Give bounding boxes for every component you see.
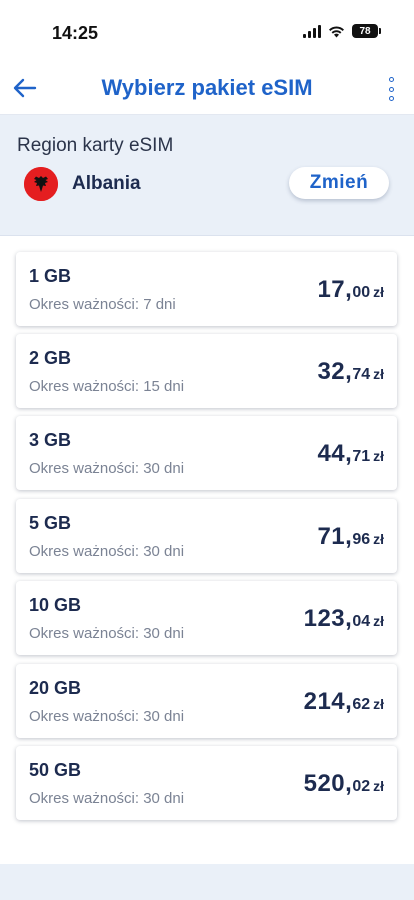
package-card[interactable]: 20 GB Okres ważności: 30 dni 214,62 zł bbox=[16, 664, 397, 738]
price-currency: zł bbox=[373, 613, 384, 629]
package-validity: Okres ważności: 30 dni bbox=[29, 460, 185, 477]
package-price: 71,96 zł bbox=[317, 523, 384, 551]
package-card[interactable]: 50 GB Okres ważności: 30 dni 520,02 zł bbox=[16, 746, 397, 820]
package-validity: Okres ważności: 30 dni bbox=[29, 708, 185, 725]
status-time: 14:25 bbox=[52, 23, 99, 43]
battery-icon: 78 bbox=[352, 24, 381, 38]
package-card[interactable]: 1 GB Okres ważności: 7 dni 17,00 zł bbox=[16, 252, 397, 326]
page-title: Wybierz pakiet eSIM bbox=[101, 75, 313, 100]
package-card[interactable]: 10 GB Okres ważności: 30 dni 123,04 zł bbox=[16, 581, 397, 655]
price-currency: zł bbox=[373, 284, 384, 300]
wifi-icon bbox=[329, 25, 344, 37]
price-cents: 96 bbox=[352, 531, 371, 548]
price-cents: 62 bbox=[352, 696, 371, 713]
package-price: 17,00 zł bbox=[317, 276, 384, 304]
package-price: 214,62 zł bbox=[304, 688, 384, 716]
country-name: Albania bbox=[72, 173, 141, 194]
package-price: 32,74 zł bbox=[317, 358, 384, 386]
package-data-amount: 1 GB bbox=[29, 266, 72, 286]
navigation-bar: Wybierz pakiet eSIM bbox=[0, 62, 414, 115]
price-main: 71, bbox=[317, 523, 353, 550]
package-validity: Okres ważności: 15 dni bbox=[29, 378, 185, 395]
price-currency: zł bbox=[373, 448, 384, 464]
package-list: 1 GB Okres ważności: 7 dni 17,00 zł 2 GB … bbox=[0, 236, 414, 864]
bottom-area bbox=[0, 864, 414, 900]
package-card[interactable]: 3 GB Okres ważności: 30 dni 44,71 zł bbox=[16, 416, 397, 490]
package-price: 123,04 zł bbox=[304, 605, 384, 633]
package-validity: Okres ważności: 30 dni bbox=[29, 543, 185, 560]
more-options-button[interactable] bbox=[386, 77, 396, 101]
price-currency: zł bbox=[373, 696, 384, 712]
price-cents: 04 bbox=[352, 613, 371, 630]
package-data-amount: 20 GB bbox=[29, 678, 82, 698]
package-data-amount: 10 GB bbox=[29, 595, 82, 615]
price-main: 520, bbox=[303, 770, 353, 797]
package-price: 44,71 zł bbox=[317, 440, 384, 468]
albania-flag-icon bbox=[24, 167, 58, 201]
status-bar: 14:25 78 bbox=[0, 0, 414, 62]
package-data-amount: 2 GB bbox=[29, 348, 72, 368]
package-validity: Okres ważności: 7 dni bbox=[29, 296, 176, 313]
status-icons: 78 bbox=[303, 24, 381, 38]
cellular-signal-icon bbox=[303, 24, 321, 38]
price-main: 17, bbox=[317, 276, 353, 303]
price-main: 214, bbox=[303, 688, 353, 715]
package-card[interactable]: 5 GB Okres ważności: 30 dni 71,96 zł bbox=[16, 499, 397, 573]
price-currency: zł bbox=[373, 531, 384, 547]
package-validity: Okres ważności: 30 dni bbox=[29, 790, 185, 807]
price-currency: zł bbox=[373, 778, 384, 794]
price-currency: zł bbox=[373, 366, 384, 382]
price-main: 123, bbox=[303, 605, 353, 632]
package-data-amount: 3 GB bbox=[29, 430, 72, 450]
package-data-amount: 5 GB bbox=[29, 513, 72, 533]
price-cents: 02 bbox=[352, 778, 371, 795]
region-section: Region karty eSIM Albania Zmień bbox=[0, 115, 414, 236]
price-cents: 71 bbox=[352, 448, 371, 465]
price-cents: 74 bbox=[352, 366, 371, 383]
package-card[interactable]: 2 GB Okres ważności: 15 dni 32,74 zł bbox=[16, 334, 397, 408]
price-main: 32, bbox=[317, 358, 353, 385]
price-cents: 00 bbox=[352, 284, 371, 301]
change-region-button[interactable]: Zmień bbox=[289, 167, 389, 199]
package-data-amount: 50 GB bbox=[29, 760, 82, 780]
more-vertical-icon bbox=[388, 77, 394, 82]
price-main: 44, bbox=[317, 440, 353, 467]
package-validity: Okres ważności: 30 dni bbox=[29, 625, 185, 642]
region-label: Region karty eSIM bbox=[17, 135, 174, 156]
package-price: 520,02 zł bbox=[304, 770, 384, 798]
